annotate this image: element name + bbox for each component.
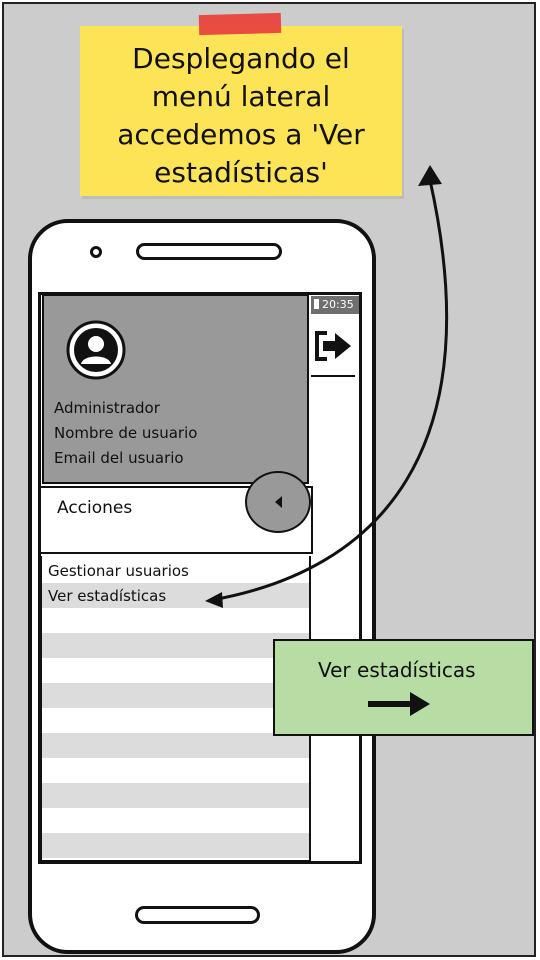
drawer-username: Nombre de usuario: [54, 424, 198, 442]
callout-box: [273, 639, 534, 736]
status-bar: 20:35: [311, 296, 359, 314]
list-stripe: [42, 633, 309, 658]
note-text: Desplegando el menú lateral accedemos a …: [117, 42, 365, 189]
app-bar-divider: [311, 375, 355, 377]
battery-icon: [314, 299, 319, 309]
speaker-grille: [136, 243, 282, 260]
actions-section-title: Acciones: [57, 498, 133, 518]
list-stripe: [42, 833, 309, 858]
logout-icon[interactable]: [313, 329, 353, 363]
menu-item-manage-users[interactable]: Gestionar usuarios: [48, 562, 189, 580]
note-tape: [198, 12, 282, 36]
list-stripe: [42, 783, 309, 808]
wireframe-canvas: Desplegando el menú lateral accedemos a …: [0, 0, 540, 960]
home-button[interactable]: [135, 906, 260, 924]
chevron-left-icon: [275, 496, 282, 508]
camera-icon: [90, 246, 102, 258]
status-time: 20:35: [322, 298, 354, 311]
menu-item-view-stats[interactable]: Ver estadísticas: [48, 587, 166, 605]
user-avatar-icon: [66, 320, 126, 380]
list-stripe: [42, 683, 309, 708]
drawer-email: Email del usuario: [54, 449, 184, 467]
drawer-user-role: Administrador: [54, 399, 160, 417]
list-stripe: [42, 733, 309, 758]
callout-text: Ver estadísticas: [318, 658, 476, 682]
arrow-right-icon: [368, 692, 430, 716]
